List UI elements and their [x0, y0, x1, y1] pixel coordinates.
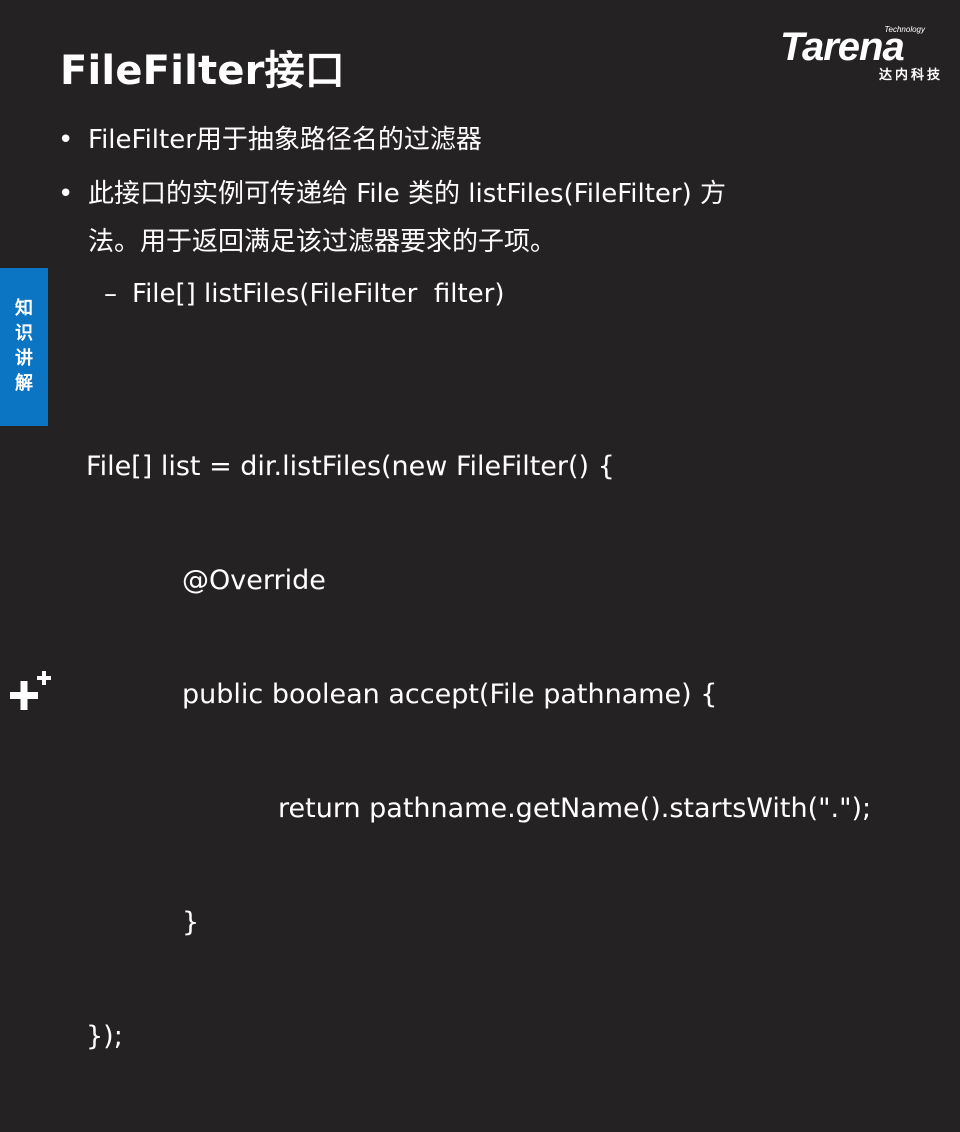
logo-chinese-text: 达内科技 — [878, 68, 943, 83]
side-tab-char: 识 — [15, 323, 33, 344]
side-tab-char: 解 — [15, 373, 33, 394]
sub-bullet-text: File[] listFiles(FileFilter filter) — [132, 279, 505, 309]
slide: FileFilter接口 Technology Tarena 达内科技 • Fil… — [0, 0, 960, 1052]
plus-icon — [10, 671, 51, 710]
code-block: File[] list = dir.listFiles(new FileFilt… — [86, 372, 871, 1132]
sub-bullet: – File[] listFiles(FileFilter filter) — [104, 274, 505, 314]
bullet-text-line-1: 此接口的实例可传递给 File 类的 listFiles(FileFilter)… — [88, 179, 726, 209]
bullet-marker: • — [58, 179, 74, 209]
code-line: File[] list = dir.listFiles(new FileFilt… — [86, 451, 615, 482]
side-tab-char: 知 — [15, 298, 33, 319]
slide-title: FileFilter接口 — [60, 48, 345, 94]
bullet-marker: • — [58, 125, 74, 155]
code-line: @Override — [182, 565, 326, 596]
bullet-text: FileFilter用于抽象路径名的过滤器 — [88, 125, 482, 155]
side-tab-text: 知 识 讲 解 — [0, 296, 48, 396]
sub-bullet-marker: – — [104, 279, 117, 309]
tarena-logo: Technology Tarena 达内科技 — [780, 24, 945, 84]
code-line: return pathname.getName().startsWith("."… — [278, 793, 872, 824]
bullet-2: • 此接口的实例可传递给 File 类的 listFiles(FileFilter… — [58, 174, 726, 214]
logo-wordmark: Tarena — [780, 25, 905, 69]
code-line: } — [182, 907, 200, 938]
knowledge-explanation-tab: 知 识 讲 解 — [0, 268, 48, 426]
bullet-1: • FileFilter用于抽象路径名的过滤器 — [58, 120, 482, 160]
bullet-text-line-2: 法。用于返回满足该过滤器要求的子项。 — [88, 227, 557, 257]
side-tab-char: 讲 — [15, 348, 33, 369]
code-line: public boolean accept(File pathname) { — [182, 679, 718, 710]
code-line: }); — [86, 1021, 123, 1052]
